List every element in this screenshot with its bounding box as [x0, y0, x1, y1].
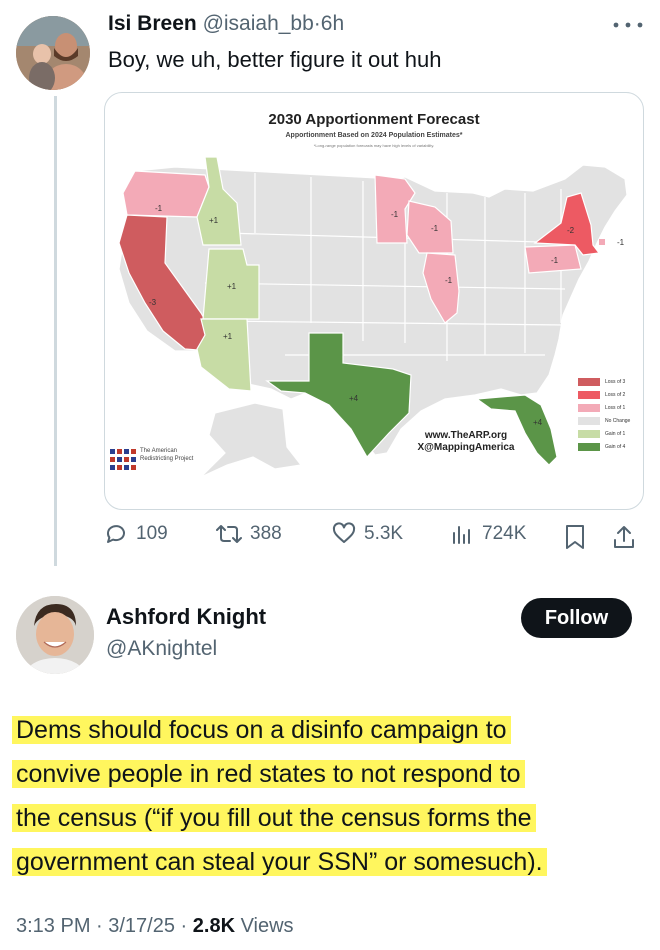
new-york-label: -2	[567, 226, 575, 235]
legend-label: No Change	[605, 417, 631, 424]
reply-count: 109	[136, 523, 168, 544]
illinois-label: -1	[445, 276, 453, 285]
minnesota-label: -1	[391, 210, 399, 219]
map-source-text: www.TheARP.org X@MappingAmerica	[395, 430, 537, 454]
like-count: 5.3K	[364, 523, 404, 544]
map-legend: Loss of 3 Loss of 2 Loss of 1 No Change …	[578, 375, 642, 453]
repost-button[interactable]: 388	[216, 522, 282, 546]
heart-icon	[332, 522, 356, 543]
tweet-media-image[interactable]: -1 +1 +1 +1 -3 +4 +4 -1 -1 -1 -1 -2 -1 2…	[104, 92, 644, 510]
text-line: the census (“if you fill out the census …	[12, 804, 536, 832]
idaho-label: +1	[209, 216, 219, 225]
bookmark-icon[interactable]	[564, 524, 586, 550]
legend-row: Loss of 1	[578, 401, 642, 414]
tweet-timestamp-views: 3:13 PM · 3/17/25 · 2.8K Views	[16, 915, 294, 938]
legend-swatch	[578, 442, 600, 451]
follow-button[interactable]: Follow	[521, 598, 632, 638]
arizona-label: +1	[223, 332, 233, 341]
tweet-header: Isi Breen @isaiah_bb·6h	[108, 12, 344, 36]
repost-count: 388	[250, 523, 282, 544]
analytics-icon	[453, 526, 470, 544]
highlighted-text-line: the census (“if you fill out the census …	[12, 797, 652, 839]
utah-label: +1	[227, 282, 237, 291]
map-title: 2030 Apportionment Forecast	[268, 111, 480, 128]
legend-label: Loss of 2	[605, 391, 626, 398]
tweet-time[interactable]: 6h	[321, 12, 344, 35]
map-social-handle: X@MappingAmerica	[417, 442, 515, 453]
map-subtitle: Apportionment Based on 2024 Population E…	[285, 132, 463, 139]
california-label: -3	[149, 298, 157, 307]
alaska-state	[200, 402, 303, 478]
avatar[interactable]	[16, 596, 94, 674]
tweet-text: Boy, we uh, better figure it out huh	[108, 47, 442, 72]
text-line: government can steal your SSN” or somesu…	[12, 848, 547, 876]
author-handle[interactable]: @AKnightel	[106, 637, 217, 661]
views-button[interactable]: 724K	[450, 522, 526, 546]
repost-icon	[216, 525, 242, 543]
legend-row: Gain of 1	[578, 427, 642, 440]
view-count: 724K	[482, 523, 527, 544]
tweet-action-bar: 109 388 5.3K 724K	[104, 522, 644, 552]
views-label: Views	[235, 915, 294, 937]
legend-label: Loss of 1	[605, 404, 626, 411]
reply-button[interactable]: 109	[104, 522, 168, 546]
tweet-timestamp[interactable]: 3:13 PM · 3/17/25 ·	[16, 915, 193, 937]
org-name: The American Redistricting Project	[140, 448, 194, 462]
legend-swatch	[578, 377, 600, 386]
author-name[interactable]: Ashford Knight	[106, 604, 266, 630]
text-line: Dems should focus on a disinfo campaign …	[12, 716, 511, 744]
florida-label: +4	[533, 418, 543, 427]
oregon-label: -1	[155, 204, 163, 213]
legend-row: No Change	[578, 414, 642, 427]
map-note: *Long-range population forecasts may hav…	[313, 143, 435, 148]
avatar[interactable]	[16, 16, 90, 90]
legend-row: Loss of 3	[578, 375, 642, 388]
arizona-state	[196, 318, 252, 392]
legend-label: Gain of 4	[605, 443, 626, 450]
wisconsin-label: -1	[431, 224, 439, 233]
avatar-photo-icon	[16, 16, 90, 90]
separator-dot: ·	[313, 12, 321, 35]
oregon-state	[122, 170, 210, 218]
legend-swatch	[578, 390, 600, 399]
map-url: www.TheARP.org	[424, 430, 508, 441]
rhode-island-state	[599, 239, 605, 245]
text-line: convive people in red states to not resp…	[12, 760, 525, 788]
legend-row: Loss of 2	[578, 388, 642, 401]
legend-label: Loss of 3	[605, 378, 626, 385]
author-name[interactable]: Isi Breen	[108, 12, 197, 35]
views-count: 2.8K	[192, 915, 236, 937]
legend-row: Gain of 4	[578, 440, 642, 453]
legend-label: Gain of 1	[605, 430, 626, 437]
highlighted-text-line: convive people in red states to not resp…	[12, 753, 652, 795]
legend-swatch	[578, 429, 600, 438]
tweet-text: Dems should focus on a disinfo campaign …	[12, 709, 652, 885]
rhode-island-label: -1	[617, 238, 625, 247]
highlighted-text-line: Dems should focus on a disinfo campaign …	[12, 709, 652, 751]
highlighted-text-line: government can steal your SSN” or somesu…	[12, 841, 652, 883]
share-icon[interactable]	[612, 524, 636, 550]
author-handle[interactable]: @isaiah_bb	[203, 12, 314, 35]
legend-swatch	[578, 416, 600, 425]
reply-icon	[107, 525, 125, 543]
like-button[interactable]: 5.3K	[332, 522, 403, 546]
texas-label: +4	[349, 394, 359, 403]
thread-connector-line	[54, 96, 57, 566]
pennsylvania-label: -1	[551, 256, 559, 265]
avatar-photo-icon	[16, 596, 94, 674]
more-options-icon[interactable]	[610, 18, 646, 32]
legend-swatch	[578, 403, 600, 412]
